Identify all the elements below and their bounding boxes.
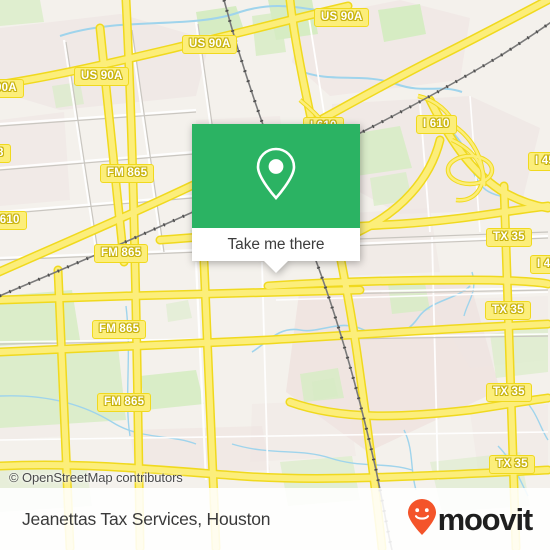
take-me-there-button[interactable]: Take me there <box>192 228 360 261</box>
popup-pointer-tail <box>264 261 288 273</box>
location-popup-card[interactable]: Take me there <box>192 124 360 273</box>
road-shield: I 45 <box>528 152 550 171</box>
popup-image-area <box>192 124 360 228</box>
road-shield: 90A <box>0 79 24 98</box>
road-shield: TX 35 <box>485 301 531 320</box>
openstreetmap-attribution[interactable]: © OpenStreetMap contributors <box>9 470 183 485</box>
footer-bar: Jeanettas Tax Services, Houston moovit <box>0 488 550 550</box>
place-title: Jeanettas Tax Services, Houston <box>22 508 271 529</box>
road-shield: TX 35 <box>486 228 532 247</box>
road-shield: US 90A <box>314 8 370 27</box>
road-shield: FM 865 <box>92 320 147 339</box>
road-shield: FM 865 <box>100 164 155 183</box>
road-shield: TX 35 <box>486 383 532 402</box>
moovit-pin-icon <box>407 498 437 541</box>
map-pin-icon <box>254 146 298 207</box>
road-shield: I 610 <box>0 211 27 230</box>
moovit-wordmark: moovit <box>437 501 534 537</box>
road-shield: FM 865 <box>97 393 152 412</box>
road-shield: US 90A <box>182 35 238 54</box>
road-shield: I 45 <box>530 255 550 274</box>
road-shield: US 90A <box>74 67 130 86</box>
road-shield: TX 35 <box>489 455 535 474</box>
road-shield: 8 <box>0 144 11 163</box>
map-canvas[interactable]: US 90AUS 90AUS 90A90AI 610I 610I 6108I 4… <box>0 0 550 550</box>
road-shield: I 610 <box>416 115 457 134</box>
moovit-brand-logo[interactable]: moovit <box>407 498 534 541</box>
road-shield: FM 865 <box>94 244 149 263</box>
map-page: US 90AUS 90AUS 90A90AI 610I 610I 6108I 4… <box>0 0 550 550</box>
